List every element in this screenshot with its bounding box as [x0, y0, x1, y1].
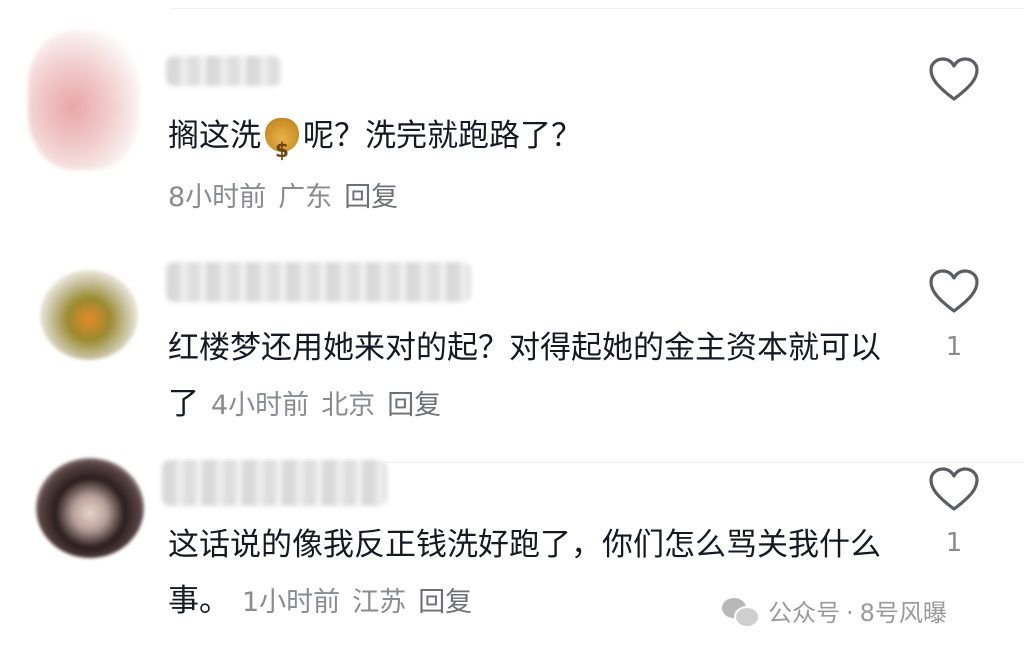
- comment-location: 北京: [321, 390, 376, 421]
- comment-text-part: 呢？洗完就跑路了？: [303, 118, 582, 154]
- watermark-text: 公众号 · 8号风曝: [768, 593, 953, 628]
- username-blurred[interactable]: [166, 262, 471, 302]
- watermark-label: 公众号: [768, 598, 840, 627]
- comment-meta: 4小时前 北京 回复: [211, 390, 453, 421]
- reply-button[interactable]: 回复: [418, 587, 472, 618]
- avatar[interactable]: [40, 270, 138, 360]
- like-count: 1: [945, 332, 963, 362]
- username-blurred[interactable]: [166, 56, 281, 86]
- heart-outline-icon[interactable]: [928, 56, 980, 102]
- money-bag-icon: [265, 118, 299, 178]
- watermark-separator: ·: [846, 598, 854, 627]
- wechat-icon: [720, 594, 760, 628]
- comment-time: 4小时前: [211, 390, 310, 421]
- avatar[interactable]: [36, 458, 144, 558]
- comment-time: 8小时前: [168, 182, 267, 213]
- like-count: 1: [945, 528, 963, 558]
- heart-outline-icon[interactable]: [928, 268, 980, 314]
- comment-text-part: 搁这洗: [168, 118, 261, 154]
- comment-meta: 1小时前 江苏 回复: [242, 587, 484, 618]
- reply-button[interactable]: 回复: [344, 182, 398, 213]
- username-blurred[interactable]: [162, 460, 387, 506]
- comment-location: 江苏: [352, 587, 407, 618]
- watermark-account: 8号风曝: [859, 598, 947, 627]
- avatar[interactable]: [28, 30, 140, 170]
- top-divider: [170, 8, 1024, 9]
- reply-button[interactable]: 回复: [387, 390, 441, 421]
- comment-meta: 8小时前 广东 回复: [168, 175, 410, 214]
- comment-text: 搁这洗 呢？洗完就跑路了？: [168, 108, 582, 178]
- comment-text: 红楼梦还用她来对的起？对得起她的金主资本就可以了 4小时前 北京 回复: [168, 320, 898, 434]
- comment-location: 广东: [278, 182, 333, 213]
- watermark: 公众号 · 8号风曝: [720, 590, 953, 630]
- heart-outline-icon[interactable]: [928, 466, 980, 512]
- comment-time: 1小时前: [242, 587, 341, 618]
